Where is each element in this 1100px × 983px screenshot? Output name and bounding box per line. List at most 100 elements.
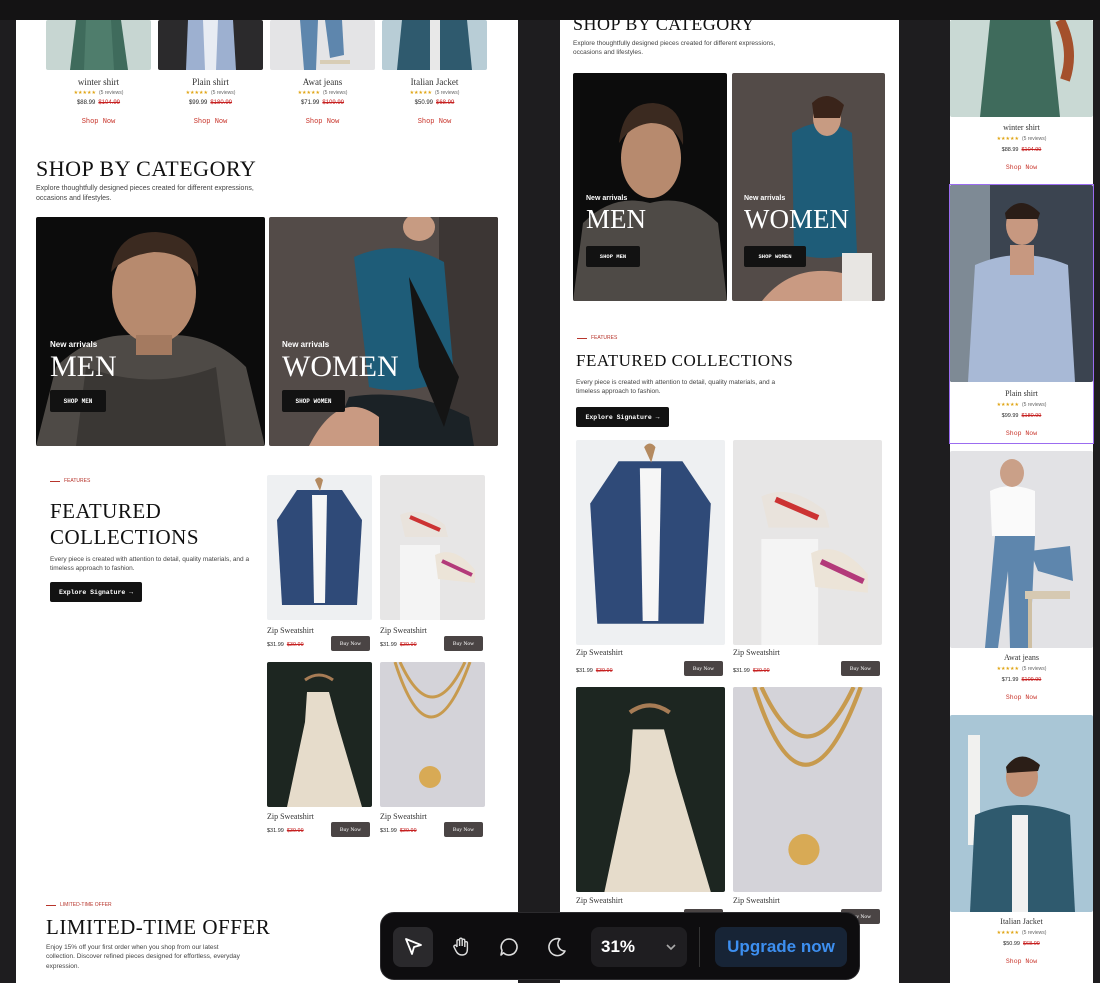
featured-item-price: $31.99 $39.99 <box>380 828 417 834</box>
price-old: $39.99 <box>595 668 613 674</box>
mobile-product-rating: ★★★★★ (5 reviews) <box>950 136 1093 142</box>
price-old: $39.99 <box>399 642 417 648</box>
women-new-arrivals-label: New arrivals <box>282 340 330 349</box>
price-old: $39.99 <box>399 828 417 834</box>
men-heading: MEN <box>50 350 117 383</box>
shop-now-link[interactable]: Shop Now <box>158 118 263 126</box>
mobile-image-winter-shirt[interactable] <box>950 20 1093 117</box>
product-name: Awat jeans <box>302 77 343 87</box>
frame-tablet[interactable]: SHOP BY CATEGORY Explore thoughtfully de… <box>560 20 899 983</box>
featured-image-shirt[interactable] <box>267 475 372 620</box>
featured-image-dress[interactable] <box>267 662 372 807</box>
price-current: $99.99 <box>1001 413 1019 419</box>
buy-now-button[interactable]: Buy Now <box>331 822 370 837</box>
featured-item-name: Zip Sweatshirt <box>380 626 427 635</box>
buy-now-button[interactable]: Buy Now <box>331 636 370 651</box>
rating-count: (5 reviews) <box>98 90 124 96</box>
featured-item-price: $31.99 $39.99 <box>380 642 417 648</box>
mobile-product-price: $50.99 $68.99 <box>950 941 1093 947</box>
comment-tool-button[interactable] <box>489 927 529 967</box>
mobile-image-italian-jacket[interactable] <box>950 715 1093 912</box>
rating-count: (5 reviews) <box>210 90 236 96</box>
product-image-awat-jeans[interactable] <box>270 20 375 70</box>
buy-now-button-b[interactable]: Buy Now <box>684 661 723 676</box>
hand-tool-button[interactable] <box>441 927 481 967</box>
product-image-winter-shirt[interactable] <box>46 20 151 70</box>
price-old: $39.99 <box>286 828 304 834</box>
offer-tag: LIMITED-TIME OFFER <box>46 902 112 908</box>
featured-image-shirt-b[interactable] <box>576 440 725 645</box>
mobile-product-price: $88.99 $104.99 <box>950 147 1093 153</box>
shop-men-button[interactable]: SHOP MEN <box>50 390 106 412</box>
shop-men-button-b[interactable]: SHOP MEN <box>586 246 640 267</box>
upgrade-button[interactable]: Upgrade now <box>715 927 847 967</box>
featured-tag-b: FEATURES <box>577 335 617 341</box>
price-current: $50.99 <box>414 100 433 106</box>
price-old: $68.99 <box>1023 941 1040 947</box>
top-bar <box>0 0 1100 20</box>
product-price: $88.99 $104.99 <box>46 100 151 106</box>
price-current: $50.99 <box>1003 941 1020 947</box>
buy-now-button[interactable]: Buy Now <box>444 822 483 837</box>
product-name: Italian Jacket <box>410 77 459 87</box>
mobile-shop-now-link[interactable]: Shop Now <box>950 430 1093 437</box>
shop-now-link[interactable]: Shop Now <box>270 118 375 126</box>
pointer-tool-button[interactable] <box>393 927 433 967</box>
price-current: $71.99 <box>1001 677 1019 683</box>
zoom-value: 31% <box>601 937 636 956</box>
zoom-select[interactable]: 31% <box>591 927 687 967</box>
buy-now-button-b[interactable]: Buy Now <box>841 661 880 676</box>
featured-title: FEATURED COLLECTIONS <box>50 498 199 550</box>
product-rating: ★★★★★ (5 reviews) <box>382 90 487 96</box>
rating-stars: ★★★★★ <box>996 136 1019 142</box>
rating-count: (5 reviews) <box>1021 136 1047 142</box>
rating-stars: ★★★★★ <box>996 930 1019 936</box>
price-current: $99.99 <box>188 100 208 106</box>
shop-women-button-b[interactable]: SHOP WOMEN <box>744 246 806 267</box>
product-rating: ★★★★★ (5 reviews) <box>46 90 151 96</box>
rating-stars: ★★★★★ <box>996 666 1019 672</box>
price-current: $31.99 <box>380 828 397 834</box>
buy-now-button[interactable]: Buy Now <box>444 636 483 651</box>
price-current: $88.99 <box>76 100 96 106</box>
explore-signature-button-b[interactable]: Explore Signature → <box>576 407 669 427</box>
mobile-product-rating: ★★★★★ (5 reviews) <box>950 930 1093 936</box>
pointer-icon <box>405 938 422 955</box>
explore-signature-button[interactable]: Explore Signature → <box>50 582 142 602</box>
rating-stars: ★★★★★ <box>185 90 208 96</box>
canvas-toolbar: 31% Upgrade now <box>380 912 860 980</box>
featured-image-sneakers-b[interactable] <box>733 440 882 645</box>
featured-item-price: $31.99 $39.99 <box>267 828 304 834</box>
featured-image-dress-b[interactable] <box>576 687 725 892</box>
featured-image-necklace-b[interactable] <box>733 687 882 892</box>
price-old: $39.99 <box>752 668 770 674</box>
frame-mobile[interactable]: winter shirt ★★★★★ (5 reviews) $88.99 $104.9… <box>940 20 1100 983</box>
featured-image-sneakers[interactable] <box>380 475 485 620</box>
featured-tag-text: FEATURES <box>64 478 91 484</box>
offer-title: LIMITED-TIME OFFER <box>46 915 271 939</box>
frame-desktop[interactable]: winter shirt ★★★★★ (5 reviews) $88.99 $104.9… <box>16 20 518 983</box>
price-current: $71.99 <box>300 100 320 106</box>
shop-now-link[interactable]: Shop Now <box>382 118 487 126</box>
rating-count: (5 reviews) <box>322 90 348 96</box>
product-image-plain-shirt[interactable] <box>158 20 263 70</box>
men-heading-b: MEN <box>586 204 646 234</box>
mobile-shop-now-link[interactable]: Shop Now <box>950 694 1093 701</box>
shop-now-link[interactable]: Shop Now <box>46 118 151 126</box>
mobile-shop-now-link[interactable]: Shop Now <box>950 164 1093 171</box>
product-price: $99.99 $180.99 <box>158 100 263 106</box>
product-image-italian-jacket[interactable] <box>382 20 487 70</box>
mobile-shop-now-link[interactable]: Shop Now <box>950 958 1093 965</box>
price-old: $104.99 <box>1021 147 1042 153</box>
mobile-image-awat-jeans[interactable] <box>950 451 1093 648</box>
featured-image-necklace[interactable] <box>380 662 485 807</box>
shop-women-button[interactable]: SHOP WOMEN <box>282 390 345 412</box>
offer-tag-text: LIMITED-TIME OFFER <box>60 902 112 908</box>
featured-item-name: Zip Sweatshirt <box>380 812 427 821</box>
mobile-product-name: Italian Jacket <box>1000 917 1043 926</box>
toolbar-divider <box>699 927 700 967</box>
theme-toggle-button[interactable] <box>537 927 577 967</box>
featured-tag: FEATURES <box>50 478 90 484</box>
price-current: $88.99 <box>1001 147 1019 153</box>
rating-stars: ★★★★★ <box>996 402 1019 408</box>
